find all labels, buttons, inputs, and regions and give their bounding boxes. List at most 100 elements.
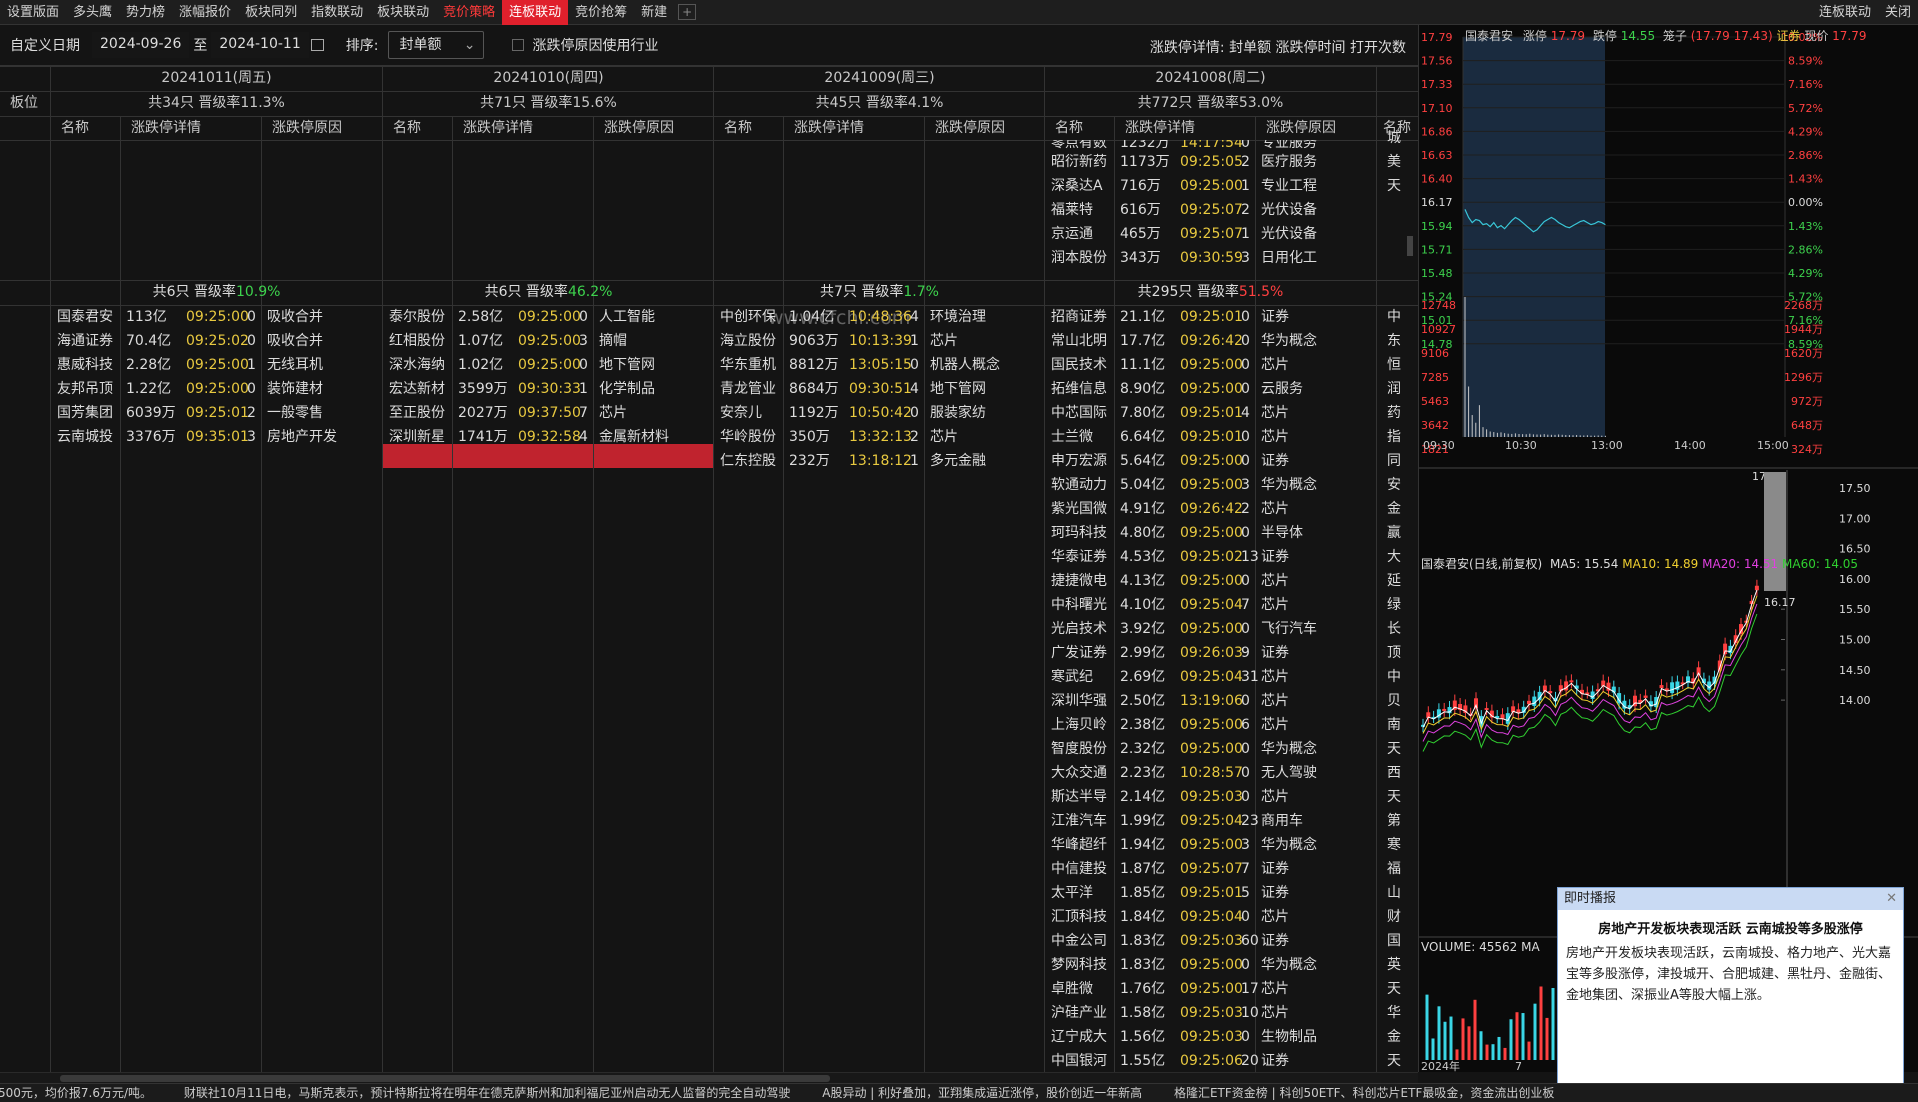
limit-reason[interactable]: 证券 [1261,1049,1353,1072]
limit-reason[interactable]: 证券 [1261,305,1353,329]
stock-name[interactable]: 软通动力 [1051,473,1117,497]
limit-reason[interactable]: 金属新材料 [599,425,691,449]
ticker-item[interactable]: 格隆汇ETF资金榜 | 科创50ETF、科创芯片ETF最吸金，资金流出创业板 [1174,1086,1554,1100]
limit-reason[interactable]: 云服务 [1261,377,1353,401]
stock-name[interactable]: 华峰超纤 [1051,833,1117,857]
next-col-name[interactable]: 城 [1387,126,1407,150]
limit-reason[interactable]: 芯片 [1261,689,1353,713]
tab-auction-grab[interactable]: 竞价抢筹 [568,0,634,25]
column-header[interactable]: 涨跌停原因 [935,116,1035,140]
add-tab-button[interactable]: + [678,4,697,20]
limit-reason[interactable]: 芯片 [930,425,1022,449]
limit-reason[interactable]: 证券 [1261,881,1353,905]
limit-reason[interactable]: 飞行汽车 [1261,617,1353,641]
news-ticker[interactable]: 500元，均价报7.6万元/吨。 财联社10月11日电，马斯克表示，预计特斯拉将… [0,1083,1918,1102]
next-col-name[interactable]: 金 [1387,497,1407,521]
calendar-icon[interactable] [310,39,324,51]
ticker-item[interactable]: 财联社10月11日电，马斯克表示，预计特斯拉将在明年在德克萨斯州和加利福尼亚州启… [184,1086,791,1100]
limit-reason[interactable]: 机器人概念 [930,353,1022,377]
stock-name[interactable]: 拓维信息 [1051,377,1117,401]
limit-reason[interactable]: 人工智能 [599,305,691,329]
next-col-name[interactable]: 寒 [1387,833,1407,857]
limit-reason[interactable]: 房地产开发 [267,425,359,449]
stock-name[interactable]: 中金公司 [1051,929,1117,953]
limit-reason[interactable]: 专业工程 [1261,174,1353,198]
stock-name[interactable]: 沪硅产业 [1051,1001,1117,1025]
stock-name[interactable]: 中科曙光 [1051,593,1117,617]
stock-name[interactable]: 招商证券 [1051,305,1117,329]
next-col-name[interactable]: 指 [1387,425,1407,449]
stock-name[interactable]: 深圳华强 [1051,689,1117,713]
next-col-name[interactable]: 第 [1387,809,1407,833]
tab-sector-same[interactable]: 板块同列 [238,0,304,25]
next-col-name[interactable]: 华 [1387,1001,1407,1025]
stock-name[interactable]: 华岭股份 [720,425,786,449]
limit-reason[interactable]: 生物制品 [1261,1025,1353,1049]
limit-reason[interactable]: 一般零售 [267,401,359,425]
next-col-name[interactable]: 天 [1387,977,1407,1001]
next-col-name[interactable]: 同 [1387,449,1407,473]
next-col-name[interactable]: 大 [1387,545,1407,569]
stock-name[interactable]: 中芯国际 [1051,401,1117,425]
stock-name[interactable]: 安奈儿 [720,401,786,425]
limit-reason[interactable]: 地下管网 [599,353,691,377]
stock-name[interactable]: 太平洋 [1051,881,1117,905]
stock-name[interactable]: 泰尔股份 [389,305,455,329]
limit-reason[interactable]: 芯片 [1261,977,1353,1001]
next-col-name[interactable]: 国 [1387,929,1407,953]
stock-name[interactable]: 中国银河 [1051,1049,1117,1072]
next-col-name[interactable] [1387,222,1407,246]
stock-name[interactable]: 昭衍新药 [1051,150,1117,174]
limit-reason[interactable]: 华为概念 [1261,473,1353,497]
scrollbar-thumb[interactable] [60,1075,830,1082]
stock-name[interactable]: 汇顶科技 [1051,905,1117,929]
stock-name[interactable]: 光启技术 [1051,617,1117,641]
limit-reason[interactable]: 地下管网 [930,377,1022,401]
stock-name[interactable]: 斯达半导 [1051,785,1117,809]
stock-name[interactable]: 上海贝岭 [1051,713,1117,737]
close-button[interactable]: 关闭 [1878,0,1918,25]
column-header[interactable]: 涨跌停原因 [272,116,372,140]
next-col-name[interactable]: 中 [1387,665,1407,689]
next-col-name[interactable] [1387,246,1407,270]
column-header[interactable]: 涨跌停详情 [131,116,231,140]
next-col-name[interactable]: 赢 [1387,521,1407,545]
next-col-name[interactable]: 中 [1387,305,1407,329]
next-col-name[interactable]: 安 [1387,473,1407,497]
sector-label[interactable]: 证券 [1776,29,1800,43]
limit-reason[interactable]: 芯片 [1261,497,1353,521]
tab-layout-settings[interactable]: 设置版面 [0,0,66,25]
limit-reason[interactable]: 华为概念 [1261,737,1353,761]
next-col-name[interactable]: 金 [1387,1025,1407,1049]
stock-name[interactable]: 深水海纳 [389,353,455,377]
next-col-name[interactable]: 美 [1387,150,1407,174]
stock-name[interactable]: 海通证券 [57,329,123,353]
tab-multi-head-eagle[interactable]: 多头鹰 [66,0,119,25]
stock-name[interactable]: 至正股份 [389,401,455,425]
stock-name[interactable]: 深桑达A [1051,174,1117,198]
stock-name[interactable]: 青龙管业 [720,377,786,401]
limit-reason[interactable]: 芯片 [1261,785,1353,809]
stock-name[interactable]: 中创环保 [720,305,786,329]
next-col-name[interactable]: 山 [1387,881,1407,905]
tab-consecutive-limit[interactable]: 连板联动 [502,0,569,25]
limit-reason[interactable]: 商用车 [1261,809,1353,833]
limit-reason[interactable]: 医疗服务 [1261,150,1353,174]
stock-name[interactable]: 红相股份 [389,329,455,353]
limit-reason[interactable]: 证券 [1261,545,1353,569]
next-col-name[interactable]: 顶 [1387,641,1407,665]
limit-reason[interactable]: 华为概念 [1261,329,1353,353]
stock-name[interactable]: 福莱特 [1051,198,1117,222]
stock-name[interactable]: 江淮汽车 [1051,809,1117,833]
stock-name[interactable]: 宏达新材 [389,377,455,401]
limit-reason[interactable]: 无线耳机 [267,353,359,377]
column-header[interactable]: 涨跌停详情 [463,116,563,140]
tab-auction-strategy[interactable]: 竞价策略 [436,0,502,25]
stock-name[interactable]: 辽宁成大 [1051,1025,1117,1049]
limit-reason[interactable]: 服装家纺 [930,401,1022,425]
next-col-name[interactable]: 东 [1387,329,1407,353]
next-col-name[interactable]: 西 [1387,761,1407,785]
stock-name[interactable]: 国泰君安 [57,305,123,329]
stock-name[interactable]: 梦网科技 [1051,953,1117,977]
next-col-name[interactable]: 英 [1387,953,1407,977]
